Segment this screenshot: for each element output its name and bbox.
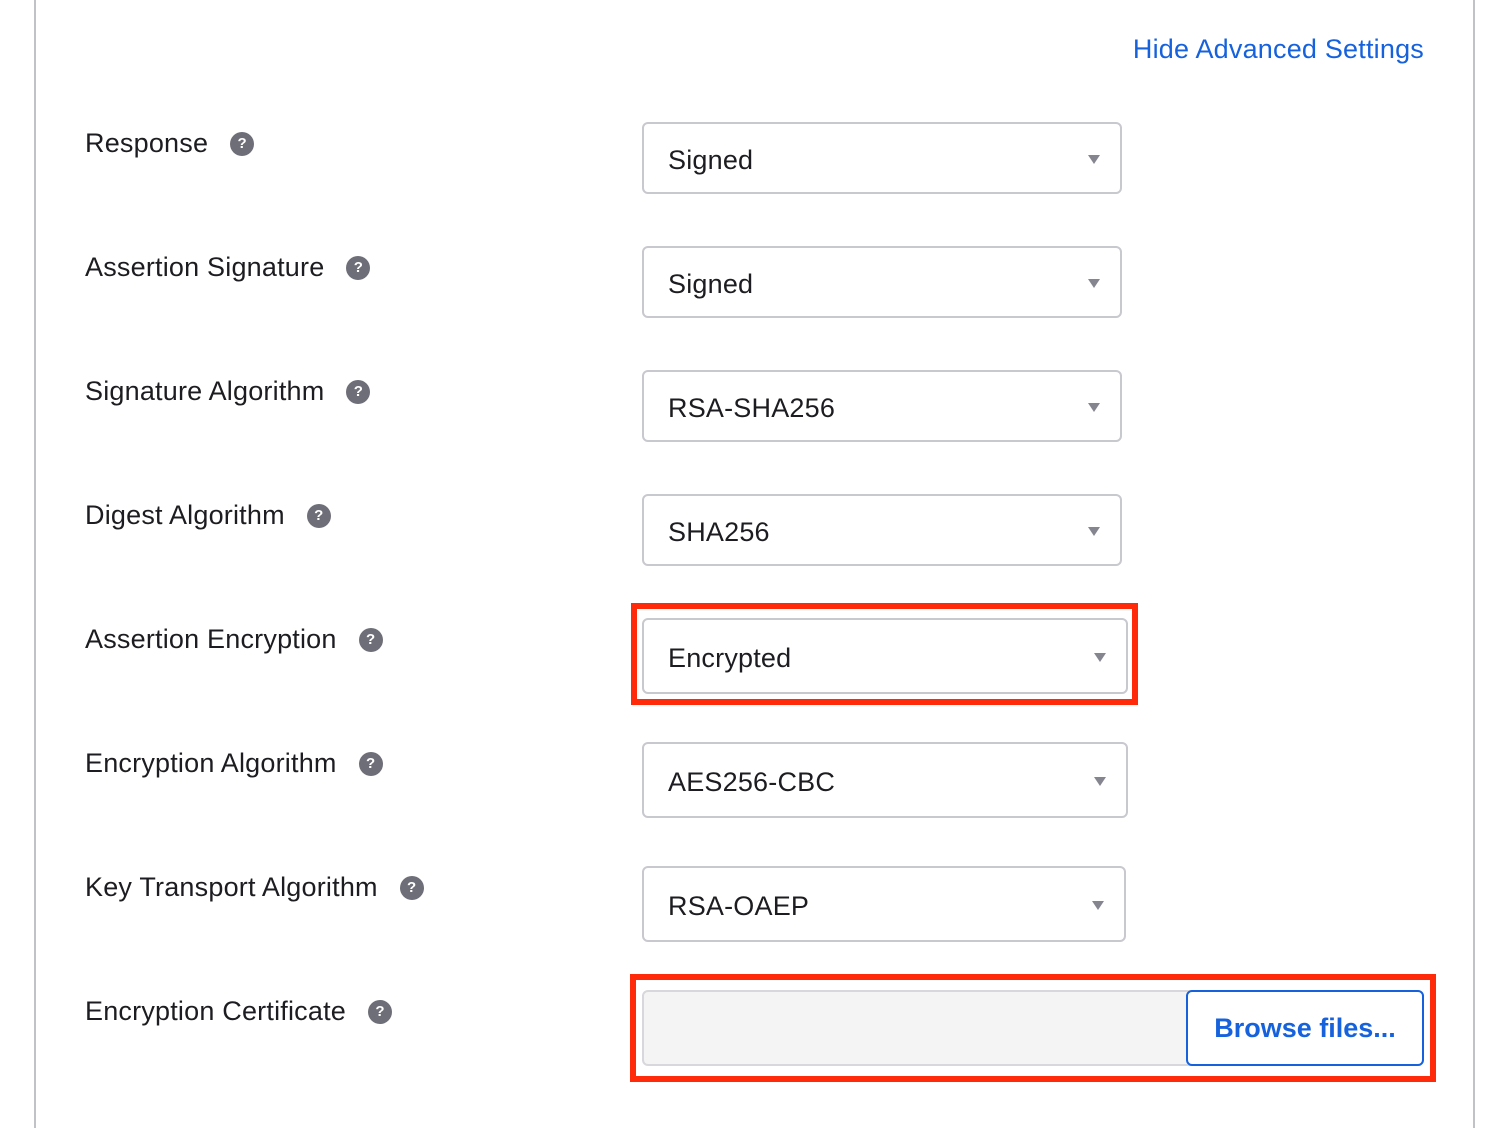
help-icon[interactable]: ?	[306, 503, 331, 528]
field-row-key-transport-algorithm: Key Transport Algorithm ? RSA-OAEP	[0, 866, 1498, 942]
caret-down-icon	[1094, 777, 1106, 786]
field-label: Assertion Encryption ?	[85, 624, 383, 655]
field-row-response: Response ? Signed	[0, 122, 1498, 198]
help-icon[interactable]: ?	[358, 751, 383, 776]
select-value: SHA256	[668, 517, 770, 547]
signature-algorithm-select[interactable]: RSA-SHA256	[642, 370, 1122, 442]
response-select[interactable]: Signed	[642, 122, 1122, 194]
select-value: Signed	[668, 269, 754, 299]
field-row-digest-algorithm: Digest Algorithm ? SHA256	[0, 494, 1498, 570]
field-label-text: Encryption Algorithm	[85, 748, 337, 778]
field-label-text: Signature Algorithm	[85, 376, 325, 406]
assertion-encryption-select[interactable]: Encrypted	[642, 618, 1128, 694]
caret-down-icon	[1088, 279, 1100, 288]
field-row-assertion-encryption: Assertion Encryption ? Encrypted	[0, 618, 1498, 694]
encryption-certificate-file-input[interactable]: Browse files...	[642, 990, 1424, 1066]
help-icon[interactable]: ?	[358, 627, 383, 652]
help-icon[interactable]: ?	[368, 999, 393, 1024]
field-label: Digest Algorithm ?	[85, 500, 331, 531]
assertion-signature-select[interactable]: Signed	[642, 246, 1122, 318]
field-label-text: Key Transport Algorithm	[85, 872, 378, 902]
field-label: Encryption Certificate ?	[85, 996, 393, 1027]
field-label-text: Assertion Signature	[85, 252, 325, 282]
field-label: Encryption Algorithm ?	[85, 748, 383, 779]
caret-down-icon	[1092, 901, 1104, 910]
field-label: Key Transport Algorithm ?	[85, 872, 424, 903]
field-row-signature-algorithm: Signature Algorithm ? RSA-SHA256	[0, 370, 1498, 446]
field-label-text: Assertion Encryption	[85, 624, 337, 654]
field-label-text: Response	[85, 128, 209, 158]
field-row-encryption-algorithm: Encryption Algorithm ? AES256-CBC	[0, 742, 1498, 818]
select-value: Encrypted	[668, 643, 792, 673]
field-row-assertion-signature: Assertion Signature ? Signed	[0, 246, 1498, 322]
field-label: Response ?	[85, 128, 255, 159]
caret-down-icon	[1094, 653, 1106, 662]
help-icon[interactable]: ?	[230, 131, 255, 156]
help-icon[interactable]: ?	[346, 379, 371, 404]
field-label: Assertion Signature ?	[85, 252, 371, 283]
select-value: RSA-OAEP	[668, 891, 810, 921]
help-icon[interactable]: ?	[346, 255, 371, 280]
field-label: Signature Algorithm ?	[85, 376, 371, 407]
caret-down-icon	[1088, 155, 1100, 164]
select-value: RSA-SHA256	[668, 393, 836, 423]
caret-down-icon	[1088, 403, 1100, 412]
field-label-text: Encryption Certificate	[85, 996, 347, 1026]
browse-files-button[interactable]: Browse files...	[1186, 990, 1424, 1066]
caret-down-icon	[1088, 527, 1100, 536]
select-value: AES256-CBC	[668, 767, 836, 797]
help-icon[interactable]: ?	[399, 875, 424, 900]
select-value: Signed	[668, 145, 754, 175]
field-row-encryption-certificate: Encryption Certificate ? Browse files...	[0, 990, 1498, 1066]
digest-algorithm-select[interactable]: SHA256	[642, 494, 1122, 566]
hide-advanced-settings-link[interactable]: Hide Advanced Settings	[1133, 34, 1424, 65]
key-transport-algorithm-select[interactable]: RSA-OAEP	[642, 866, 1126, 942]
encryption-algorithm-select[interactable]: AES256-CBC	[642, 742, 1128, 818]
field-label-text: Digest Algorithm	[85, 500, 285, 530]
